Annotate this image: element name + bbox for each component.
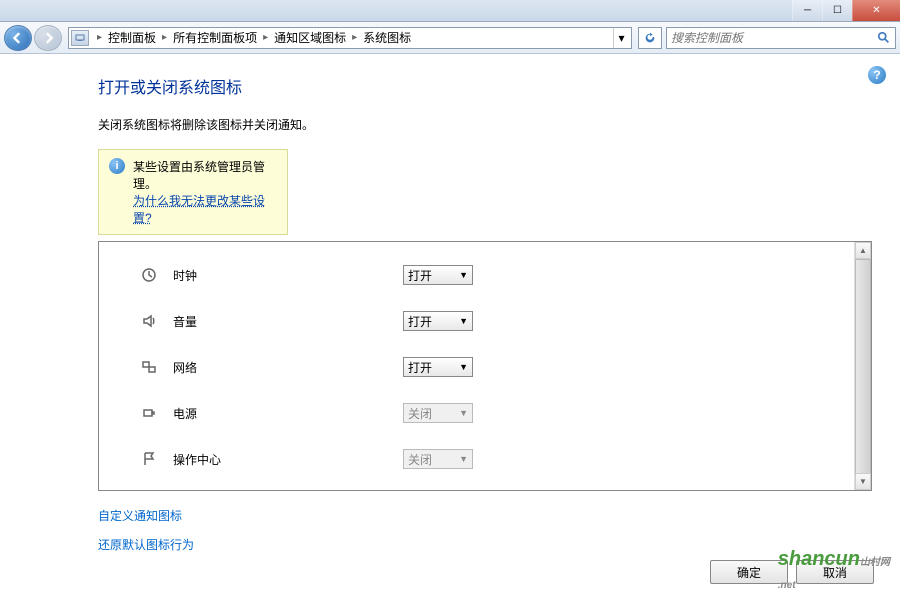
address-dropdown[interactable]: ▾ xyxy=(613,28,629,48)
search-input[interactable] xyxy=(671,31,877,45)
back-button[interactable] xyxy=(4,25,32,51)
chevron-right-icon: ▸ xyxy=(158,32,171,43)
breadcrumb-item[interactable]: 所有控制面板项 xyxy=(171,29,259,46)
close-button[interactable]: ✕ xyxy=(852,0,900,21)
power-icon xyxy=(139,403,159,423)
list-row-power: 电源 关闭▼ xyxy=(139,390,831,436)
power-select: 关闭▼ xyxy=(403,403,473,423)
search-icon xyxy=(877,31,891,45)
list-row-network: 网络 打开▼ xyxy=(139,344,831,390)
row-label: 音量 xyxy=(173,313,403,330)
network-select[interactable]: 打开▼ xyxy=(403,357,473,377)
refresh-button[interactable] xyxy=(638,27,662,49)
scroll-up-button[interactable]: ▲ xyxy=(855,242,871,259)
breadcrumb-item[interactable]: 通知区域图标 xyxy=(272,29,348,46)
row-label: 时钟 xyxy=(173,267,403,284)
list-row-actioncenter: 操作中心 关闭▼ xyxy=(139,436,831,482)
actioncenter-select: 关闭▼ xyxy=(403,449,473,469)
icons-list: 时钟 打开▼ 音量 打开▼ 网络 打开▼ 电源 关闭▼ 操作中心 关闭▼ xyxy=(98,241,872,491)
address-bar[interactable]: ▸ 控制面板 ▸ 所有控制面板项 ▸ 通知区域图标 ▸ 系统图标 ▾ xyxy=(68,27,632,49)
row-label: 网络 xyxy=(173,359,403,376)
content-area: ? 打开或关闭系统图标 关闭系统图标将删除该图标并关闭通知。 i 某些设置由系统… xyxy=(0,54,900,600)
clock-icon xyxy=(139,265,159,285)
ok-button[interactable]: 确定 xyxy=(710,560,788,584)
info-link[interactable]: 为什么我无法更改某些设置? xyxy=(133,194,265,225)
admin-info-box: i 某些设置由系统管理员管理。 为什么我无法更改某些设置? xyxy=(98,149,288,235)
navigation-bar: ▸ 控制面板 ▸ 所有控制面板项 ▸ 通知区域图标 ▸ 系统图标 ▾ xyxy=(0,22,900,54)
breadcrumb-item[interactable]: 系统图标 xyxy=(361,29,413,46)
flag-icon xyxy=(139,449,159,469)
customize-link[interactable]: 自定义通知图标 xyxy=(98,507,872,524)
chevron-right-icon: ▸ xyxy=(348,32,361,43)
minimize-button[interactable]: ─ xyxy=(792,0,822,21)
row-label: 电源 xyxy=(173,405,403,422)
link-section: 自定义通知图标 还原默认图标行为 xyxy=(98,507,872,553)
volume-icon xyxy=(139,311,159,331)
network-icon xyxy=(139,357,159,377)
volume-select[interactable]: 打开▼ xyxy=(403,311,473,331)
search-box[interactable] xyxy=(666,27,896,49)
chevron-right-icon: ▸ xyxy=(259,32,272,43)
info-text: 某些设置由系统管理员管理。 xyxy=(133,158,277,192)
restore-link[interactable]: 还原默认图标行为 xyxy=(98,536,872,553)
computer-icon xyxy=(71,30,89,46)
forward-button[interactable] xyxy=(34,25,62,51)
page-description: 关闭系统图标将删除该图标并关闭通知。 xyxy=(98,116,872,133)
row-label: 操作中心 xyxy=(173,451,403,468)
watermark: shancun山村网.net xyxy=(778,548,890,594)
chevron-right-icon: ▸ xyxy=(93,32,106,43)
breadcrumb-item[interactable]: 控制面板 xyxy=(106,29,158,46)
list-row-volume: 音量 打开▼ xyxy=(139,298,831,344)
list-row-clock: 时钟 打开▼ xyxy=(139,252,831,298)
scrollbar[interactable]: ▲ ▼ xyxy=(854,242,871,490)
maximize-button[interactable]: ☐ xyxy=(822,0,852,21)
scroll-down-button[interactable]: ▼ xyxy=(855,473,871,490)
help-icon[interactable]: ? xyxy=(868,66,886,84)
scroll-thumb[interactable] xyxy=(855,259,871,475)
clock-select[interactable]: 打开▼ xyxy=(403,265,473,285)
window-titlebar: ─ ☐ ✕ xyxy=(0,0,900,22)
info-icon: i xyxy=(109,158,125,174)
page-title: 打开或关闭系统图标 xyxy=(98,74,872,98)
